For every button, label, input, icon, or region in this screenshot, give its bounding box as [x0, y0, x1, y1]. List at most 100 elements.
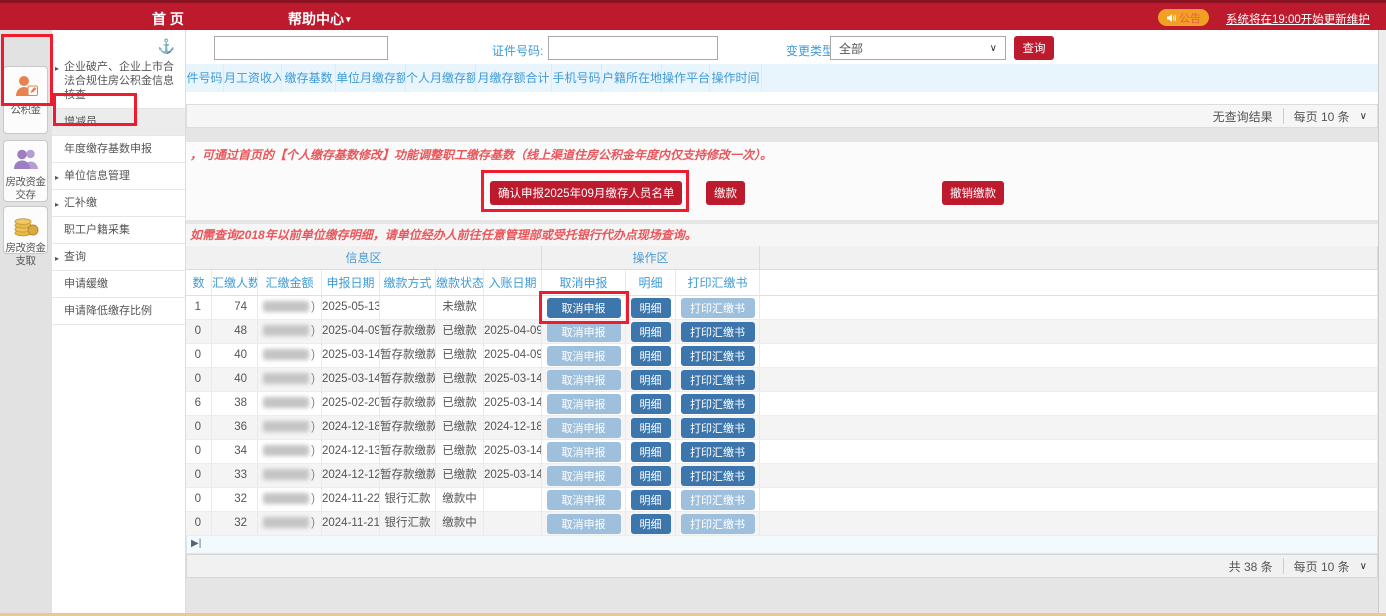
- anchor-icon[interactable]: ⚓: [158, 38, 175, 55]
- sidebar-item-1[interactable]: ▸企业破产、企业上市合法合规住房公积金信息核查: [52, 54, 185, 109]
- amount-cell: ): [258, 320, 322, 343]
- chevron-down-icon[interactable]: ∨: [1360, 561, 1367, 572]
- entry-date-cell: [484, 296, 542, 319]
- supplement-count-cell: 0: [186, 320, 212, 343]
- cancel-declare-button: 取消申报: [547, 442, 621, 462]
- group-header-filler: [760, 246, 1378, 270]
- detail-button[interactable]: 明细: [631, 442, 671, 462]
- print-remittance-button[interactable]: 打印汇缴书: [681, 346, 755, 366]
- chevron-down-icon: ▾: [346, 14, 351, 24]
- entry-date-cell: 2025-03-14: [484, 440, 542, 463]
- divider: [1283, 558, 1284, 574]
- horizontal-scrollbar[interactable]: ▶|: [186, 536, 1378, 554]
- declare-date-cell: 2024-12-18: [322, 416, 380, 439]
- sidebar-item-2[interactable]: 增减员: [52, 109, 185, 136]
- pay-button[interactable]: 缴款: [706, 181, 745, 205]
- supplement-count-cell: 0: [186, 368, 212, 391]
- detail-button[interactable]: 明细: [631, 298, 671, 318]
- column-header: 缴款方式: [380, 270, 436, 296]
- print-remittance-button[interactable]: 打印汇缴书: [681, 322, 755, 342]
- print-remittance-button[interactable]: 打印汇缴书: [681, 418, 755, 438]
- column-header: 取消申报: [542, 270, 626, 296]
- print-remittance-button-cell: 打印汇缴书: [676, 440, 760, 463]
- masked-amount: [263, 349, 309, 360]
- nav-help-menu[interactable]: 帮助中心▾: [288, 9, 351, 29]
- masked-amount: [263, 445, 309, 456]
- detail-button[interactable]: 明细: [631, 394, 671, 414]
- amount-cell: ): [258, 296, 322, 319]
- sidebar-item-3[interactable]: 年度缴存基数申报: [52, 136, 185, 163]
- supplement-count-cell: 0: [186, 440, 212, 463]
- row-filler: [760, 344, 1378, 367]
- sidebar-item-4[interactable]: ▸单位信息管理: [52, 163, 185, 190]
- people-count-cell: 48: [212, 320, 258, 343]
- cancel-declare-button: 取消申报: [547, 490, 621, 510]
- sidebar-item-9[interactable]: 申请降低缴存比例: [52, 298, 185, 325]
- detail-button[interactable]: 明细: [631, 370, 671, 390]
- detail-button[interactable]: 明细: [631, 322, 671, 342]
- cancel-declare-button-cell: 取消申报: [542, 320, 626, 343]
- detail-button[interactable]: 明细: [631, 346, 671, 366]
- page-size-select[interactable]: 每页 10 条: [1294, 108, 1350, 125]
- people-count-cell: 40: [212, 344, 258, 367]
- detail-button-cell: 明细: [626, 392, 676, 415]
- rail-item-2[interactable]: 房改资金交存: [3, 140, 48, 202]
- change-type-select[interactable]: 全部 ∨: [830, 36, 1006, 60]
- detail-button[interactable]: 明细: [631, 514, 671, 534]
- sidebar-item-8[interactable]: 申请缓缴: [52, 271, 185, 298]
- sidebar-item-7[interactable]: ▸查询: [52, 244, 185, 271]
- announcement-badge-label: 公告: [1179, 10, 1201, 26]
- search-input-1[interactable]: [214, 36, 388, 60]
- cancel-declare-button-cell: 取消申报: [542, 368, 626, 391]
- chevron-down-icon[interactable]: ∨: [1360, 111, 1367, 122]
- column-header: 操作平台: [662, 64, 710, 92]
- vertical-scrollbar[interactable]: [1378, 30, 1386, 616]
- print-remittance-button-cell: 打印汇缴书: [676, 320, 760, 343]
- print-remittance-button[interactable]: 打印汇缴书: [681, 370, 755, 390]
- announcement-link[interactable]: 系统将在19:00开始更新维护: [1226, 11, 1370, 27]
- supplement-count-cell: 0: [186, 512, 212, 535]
- cancel-declare-button-cell: 取消申报: [542, 392, 626, 415]
- masked-amount: [263, 469, 309, 480]
- member-edit-icon: [13, 86, 39, 103]
- scroll-end-icon[interactable]: ▶|: [191, 538, 201, 549]
- amount-cell: ): [258, 488, 322, 511]
- print-remittance-button[interactable]: 打印汇缴书: [681, 394, 755, 414]
- masked-amount-suffix: ): [311, 325, 315, 337]
- table-row: 174)2025-05-13未缴款取消申报明细打印汇缴书: [186, 296, 1378, 320]
- people-count-cell: 40: [212, 368, 258, 391]
- print-remittance-button[interactable]: 打印汇缴书: [681, 442, 755, 462]
- detail-button[interactable]: 明细: [631, 490, 671, 510]
- detail-button-cell: 明细: [626, 464, 676, 487]
- sidebar-item-label: 职工户籍采集: [64, 224, 130, 236]
- page-size-select[interactable]: 每页 10 条: [1294, 558, 1350, 575]
- cancel-pay-button[interactable]: 撤销缴款: [942, 181, 1004, 205]
- column-header: 月缴存额合计: [476, 64, 552, 92]
- detail-button[interactable]: 明细: [631, 418, 671, 438]
- pay-method-cell: 银行汇款: [380, 512, 436, 535]
- sidebar-item-5[interactable]: ▸汇补缴: [52, 190, 185, 217]
- rail-item-3[interactable]: 房改资金支取: [3, 206, 48, 254]
- detail-button[interactable]: 明细: [631, 466, 671, 486]
- rail-item-1[interactable]: 公积金: [3, 66, 48, 134]
- sidebar-item-6[interactable]: 职工户籍采集: [52, 217, 185, 244]
- masked-amount-suffix: ): [311, 493, 315, 505]
- print-remittance-button-cell: 打印汇缴书: [676, 368, 760, 391]
- people-count-cell: 32: [212, 512, 258, 535]
- declare-date-cell: 2025-02-20: [322, 392, 380, 415]
- confirm-declare-button[interactable]: 确认申报2025年09月缴存人员名单: [490, 181, 682, 205]
- query-button[interactable]: 查询: [1014, 36, 1054, 60]
- detail-button-cell: 明细: [626, 488, 676, 511]
- print-remittance-button[interactable]: 打印汇缴书: [681, 466, 755, 486]
- print-remittance-button-cell: 打印汇缴书: [676, 416, 760, 439]
- column-header: 月工资收入: [224, 64, 282, 92]
- sidebar-item-label: 年度缴存基数申报: [64, 143, 152, 155]
- cancel-declare-button[interactable]: 取消申报: [547, 298, 621, 318]
- sidebar-item-label: 企业破产、企业上市合法合规住房公积金信息核查: [64, 61, 174, 101]
- people-count-cell: 33: [212, 464, 258, 487]
- declare-date-cell: 2024-12-12: [322, 464, 380, 487]
- nav-home[interactable]: 首 页: [152, 9, 184, 29]
- id-number-input[interactable]: [548, 36, 718, 60]
- detail-button-cell: 明细: [626, 296, 676, 319]
- row-filler: [760, 464, 1378, 487]
